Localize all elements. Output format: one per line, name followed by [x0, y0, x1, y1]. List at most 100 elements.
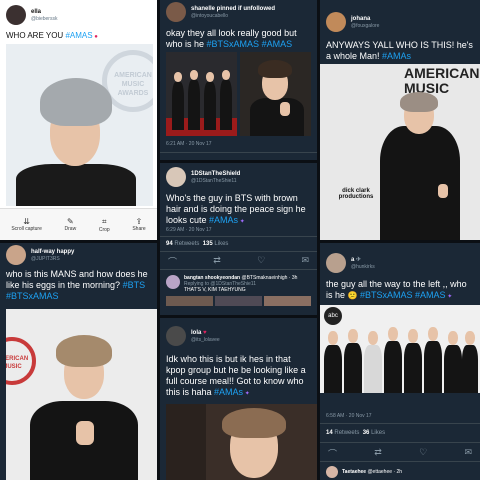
tweet-timestamp: 6:21 AM · 20 Nov 17 [166, 141, 212, 147]
like-count: 36 [362, 430, 370, 436]
avatar[interactable] [166, 2, 186, 22]
hashtag[interactable]: #AMAs [382, 51, 411, 61]
hashtag[interactable]: #AMAS [262, 39, 293, 49]
dm-icon[interactable]: ✉ [301, 255, 309, 268]
hashtag[interactable]: #BTSxAMAS [6, 291, 59, 301]
tweet-text: Idk who this is but ik hes in that kpop … [166, 354, 306, 397]
tweet-header: lola ♥ @its_lolavee [166, 326, 220, 346]
tweet-photo[interactable]: AMERICAN MUSIC dick clark productions [320, 64, 480, 240]
share-icon: ⇪ [135, 217, 143, 226]
tweet-tile-1: ella @bieberssk WHO ARE YOU #AMAS ● AMER… [0, 0, 157, 240]
scroll-capture-button[interactable]: ⇊ Scroll capture [11, 217, 42, 232]
user-name[interactable]: johana [351, 16, 379, 23]
user-name[interactable]: lola ♥ [191, 330, 220, 337]
tweet-actions: ⌒ ⇄ ♡ ✉ [328, 447, 472, 460]
tweet-tile-5: half-way happy @JUPIT3RS who is this MAN… [0, 243, 157, 480]
crop-button[interactable]: ⌗ Crop [99, 217, 110, 233]
backdrop-logo: AMERICAN MUSIC [6, 337, 36, 385]
tweet-header: half-way happy @JUPIT3RS [6, 245, 74, 265]
crop-icon: ⌗ [102, 216, 107, 226]
like-label[interactable]: Likes [214, 241, 228, 247]
like-icon[interactable]: ♡ [419, 447, 427, 460]
reply-icon[interactable]: ⌒ [168, 255, 177, 268]
user-name[interactable]: 1DStanTheShield [191, 171, 240, 178]
hashtag[interactable]: #BTS [123, 280, 146, 290]
draw-button[interactable]: ✎ Draw [65, 217, 77, 232]
avatar[interactable] [326, 12, 346, 32]
reply-tweet[interactable]: bangtan shookyeondan @BTSmaknaeinhigh · … [166, 275, 311, 306]
sponsor-logo: dick clark productions [338, 188, 374, 200]
tweet-tile-3: johana @fouxgalore ANYWAYS YALL WHO IS T… [320, 0, 480, 240]
backdrop-logo: abc [324, 307, 342, 325]
tweet-photo[interactable]: abc [320, 305, 480, 393]
avatar[interactable] [166, 326, 186, 346]
hashtag[interactable]: #AMAS [415, 290, 446, 300]
tweet-timestamp: 6:58 AM · 20 Nov 17 [326, 413, 372, 419]
reply-icon[interactable]: ⌒ [328, 447, 337, 460]
hashtag[interactable]: #AMAs [214, 387, 243, 397]
reply-tweet[interactable]: Taetaehee @ettaehee · 2h [326, 466, 402, 478]
user-handle: @intoyoucabello [191, 12, 229, 19]
user-name[interactable]: half-way happy [31, 249, 74, 256]
like-icon[interactable]: ♡ [257, 255, 265, 268]
user-name[interactable]: ella [31, 9, 57, 16]
user-handle: @bieberssk [31, 15, 58, 22]
tweet-header: ella @bieberssk [6, 5, 57, 25]
toolbar-label: Crop [98, 226, 110, 233]
avatar[interactable] [6, 5, 26, 25]
tweet-timestamp: 6:29 AM · 20 Nov 17 [166, 227, 212, 233]
tweet-photo[interactable] [166, 404, 317, 480]
retweet-icon[interactable]: ⇄ [374, 447, 382, 460]
hashtag[interactable]: #BTSxAMAS [360, 290, 413, 300]
tweet-text: who is this MANS and how does he like hi… [6, 269, 148, 301]
tweet-tile-4: 1DStanTheShield @1DStanTheShie11 Who's t… [160, 163, 317, 315]
tweet-text: Who's the guy in BTS with brown hair and… [166, 193, 306, 225]
avatar[interactable] [326, 466, 338, 478]
toolbar-label: Share [132, 226, 146, 232]
reply-photo-strip [166, 296, 311, 306]
user-handle: @JUPIT3RS [31, 255, 60, 262]
reply-text: THAT'S V, KIM TAEHYUNG [184, 287, 246, 293]
avatar[interactable] [166, 167, 186, 187]
tweet-photo[interactable]: AMERICAN MUSIC AWARDS [6, 44, 153, 206]
user-handle: @hunkirks [351, 263, 375, 270]
tweet-tile-7: a ✈ @hunkirks the guy all the way to the… [320, 243, 480, 480]
share-button[interactable]: ⇪ Share [132, 217, 145, 232]
tweet-photo-right[interactable] [240, 52, 311, 136]
tweet-stats: 14 Retweets 36 Likes [326, 430, 385, 436]
retweet-count: 94 [166, 241, 173, 247]
retweet-label[interactable]: Retweets [334, 430, 359, 436]
like-count: 135 [202, 241, 213, 247]
avatar[interactable] [6, 245, 26, 265]
tweet-text: WHO ARE YOU #AMAS ● [6, 31, 98, 40]
like-label[interactable]: Likes [371, 430, 385, 436]
retweet-icon[interactable]: ⇄ [213, 255, 221, 268]
tweet-actions: ⌒ ⇄ ♡ ✉ [168, 255, 309, 268]
retweet-label[interactable]: Retweets [174, 241, 199, 247]
tweet-photo-left[interactable] [166, 52, 237, 136]
toolbar-label: Scroll capture [11, 226, 42, 232]
user-name[interactable]: a ✈ [351, 257, 375, 264]
tweet-header: 1DStanTheShield @1DStanTheShie11 [166, 167, 240, 187]
user-handle: @its_lolavee [191, 336, 220, 343]
user-handle: @fouxgalore [351, 22, 380, 29]
tweet-stats: 94 Retweets 135 Likes [166, 241, 228, 247]
avatar[interactable] [166, 275, 180, 289]
hashtag[interactable]: #BTSxAMAS [207, 39, 260, 49]
tweet-tile-2: shanelle pinned if unfollowed @intoyouca… [160, 0, 317, 160]
tweet-tile-6: lola ♥ @its_lolavee Idk who this is but … [160, 318, 317, 480]
tweet-text: ANYWAYS YALL WHO IS THIS! he's a whole M… [326, 40, 473, 61]
tweet-text: the guy all the way to the left ,, who i… [326, 279, 467, 300]
tweet-header: a ✈ @hunkirks [326, 253, 375, 273]
toolbar-label: Draw [64, 226, 77, 232]
screenshot-toolbar: ⇊ Scroll capture ✎ Draw ⌗ Crop ⇪ Share [0, 208, 157, 240]
tweet-text: okay they all look really good but who i… [166, 28, 297, 49]
avatar[interactable] [326, 253, 346, 273]
dm-icon[interactable]: ✉ [464, 447, 472, 460]
tweet-photo[interactable]: AMERICAN MUSIC [6, 309, 157, 480]
hashtag[interactable]: #AMAs [209, 215, 238, 225]
reply-handle: @ettaehee · 2h [367, 469, 403, 475]
pinned-label[interactable]: shanelle pinned if unfollowed [191, 6, 275, 13]
scroll-capture-icon: ⇊ [23, 217, 30, 226]
hashtag[interactable]: #AMAS [65, 31, 92, 40]
